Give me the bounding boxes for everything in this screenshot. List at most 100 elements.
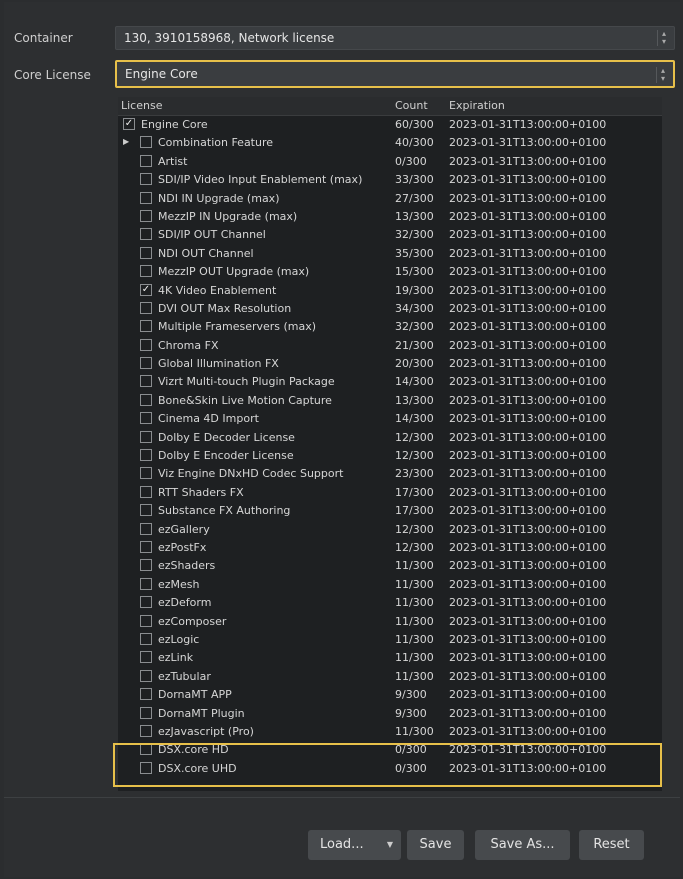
table-row[interactable]: ezGallery 12/300 2023-01-31T13:00:00+0100 [118, 521, 662, 539]
table-row[interactable]: SDI/IP OUT Channel 32/300 2023-01-31T13:00… [118, 226, 662, 244]
row-checkbox[interactable] [140, 357, 152, 370]
license-name: ezLink [158, 651, 194, 665]
row-checkbox[interactable] [140, 743, 152, 756]
row-checkbox[interactable] [140, 449, 152, 462]
table-row[interactable]: ezMesh 11/300 2023-01-31T13:00:00+0100 [118, 576, 662, 594]
row-checkbox[interactable] [140, 467, 152, 480]
table-row[interactable]: ezShaders 11/300 2023-01-31T13:00:00+0100 [118, 557, 662, 575]
table-row[interactable]: ✓ 4K Video Enablement 19/300 2023-01-31T13:… [118, 282, 662, 300]
table-row[interactable]: MezzIP OUT Upgrade (max) 15/300 2023-01-31… [118, 263, 662, 281]
table-row[interactable]: ezLogic 11/300 2023-01-31T13:00:00+0100 [118, 631, 662, 649]
row-checkbox[interactable] [140, 706, 152, 719]
table-row[interactable]: ✓ Engine Core 60/300 2023-01-31T13:00:00+01… [118, 116, 662, 134]
table-row[interactable]: Multiple Frameservers (max) 32/300 2023-01… [118, 318, 662, 336]
license-name: RTT Shaders FX [158, 485, 244, 499]
row-checkbox[interactable] [140, 559, 152, 572]
row-checkbox[interactable] [140, 485, 152, 498]
table-row[interactable]: SDI/IP Video Input Enablement (max) 33/30… [118, 171, 662, 189]
load-button[interactable]: Load... ▼ [308, 830, 401, 860]
row-checkbox[interactable] [140, 430, 152, 443]
table-row[interactable]: ezJavascript (Pro) 11/300 2023-01-31T13:00… [118, 723, 662, 741]
row-checkbox[interactable] [140, 209, 152, 222]
row-checkbox[interactable] [140, 228, 152, 241]
row-checkbox[interactable] [140, 577, 152, 590]
row-checkbox[interactable] [140, 632, 152, 645]
row-checkbox[interactable] [140, 522, 152, 535]
license-expiration: 2023-01-31T13:00:00+0100 [449, 118, 607, 131]
row-checkbox[interactable] [140, 375, 152, 388]
row-checkbox[interactable] [140, 688, 152, 701]
row-checkbox[interactable] [140, 724, 152, 737]
row-checkbox[interactable] [140, 154, 152, 167]
row-checkbox[interactable] [140, 504, 152, 517]
row-checkbox[interactable] [140, 265, 152, 278]
row-checkbox[interactable] [140, 412, 152, 425]
row-checkbox[interactable] [140, 191, 152, 204]
table-row[interactable]: Dolby E Encoder License 12/300 2023-01-31T… [118, 447, 662, 465]
license-name: ezComposer [158, 614, 227, 628]
table-row[interactable]: ezTubular 11/300 2023-01-31T13:00:00+0100 [118, 668, 662, 686]
reset-button[interactable]: Reset [579, 830, 644, 860]
table-row[interactable]: RTT Shaders FX 17/300 2023-01-31T13:00:00+… [118, 484, 662, 502]
license-name: ezLogic [158, 632, 200, 646]
table-row[interactable]: DornaMT Plugin 9/300 2023-01-31T13:00:00+0… [118, 705, 662, 723]
table-row[interactable]: DVI OUT Max Resolution 34/300 2023-01-31T1… [118, 300, 662, 318]
spinner-arrows-icon: ▴ ▾ [657, 30, 670, 46]
table-row[interactable]: MezzIP IN Upgrade (max) 13/300 2023-01-31T… [118, 208, 662, 226]
table-row[interactable]: ezComposer 11/300 2023-01-31T13:00:00+0100 [118, 613, 662, 631]
row-checkbox[interactable] [140, 651, 152, 664]
row-checkbox[interactable] [140, 614, 152, 627]
table-row[interactable]: Artist 0/300 2023-01-31T13:00:00+0100 [118, 153, 662, 171]
license-count: 17/300 [395, 504, 434, 518]
table-row[interactable]: Substance FX Authoring 17/300 2023-01-31T1… [118, 502, 662, 520]
row-checkbox[interactable] [140, 320, 152, 333]
column-header-license[interactable]: License [121, 99, 162, 112]
row-checkbox[interactable] [140, 393, 152, 406]
table-row[interactable]: Chroma FX 21/300 2023-01-31T13:00:00+0100 [118, 337, 662, 355]
table-row[interactable]: Cinema 4D Import 14/300 2023-01-31T13:00:0… [118, 410, 662, 428]
license-count: 11/300 [395, 669, 434, 683]
row-checkbox[interactable]: ✓ [123, 118, 135, 130]
license-name: Bone&Skin Live Motion Capture [158, 393, 332, 407]
row-checkbox[interactable] [140, 338, 152, 351]
table-row[interactable]: ▶ Combination Feature 40/300 2023-01-31T13:… [118, 134, 662, 152]
row-checkbox[interactable]: ✓ [140, 283, 152, 296]
table-row[interactable]: NDI OUT Channel 35/300 2023-01-31T13:00:00… [118, 245, 662, 263]
dropdown-arrow-icon[interactable]: ▼ [387, 830, 393, 860]
table-row[interactable]: DSX.core UHD 0/300 2023-01-31T13:00:00+010… [118, 760, 662, 778]
column-header-expiration[interactable]: Expiration [449, 99, 505, 112]
row-checkbox[interactable] [140, 761, 152, 774]
save-as-button[interactable]: Save As... [475, 830, 570, 860]
row-checkbox[interactable] [140, 540, 152, 553]
column-header-count[interactable]: Count [395, 99, 428, 112]
table-row[interactable]: ezLink 11/300 2023-01-31T13:00:00+0100 [118, 649, 662, 667]
expand-arrow-icon[interactable]: ▶ [123, 137, 129, 146]
table-row[interactable]: DSX.core HD 0/300 2023-01-31T13:00:00+0100 [118, 741, 662, 759]
table-row[interactable]: DornaMT APP 9/300 2023-01-31T13:00:00+0100 [118, 686, 662, 704]
row-checkbox[interactable] [140, 669, 152, 682]
license-name: Substance FX Authoring [158, 504, 291, 518]
license-expiration: 2023-01-31T13:00:00+0100 [449, 724, 607, 738]
table-row[interactable]: Vizrt Multi-touch Plugin Package 14/300 20… [118, 373, 662, 391]
table-row[interactable]: ezDeform 11/300 2023-01-31T13:00:00+0100 [118, 594, 662, 612]
row-checkbox[interactable] [140, 596, 152, 609]
table-row[interactable]: Bone&Skin Live Motion Capture 13/300 2023-… [118, 392, 662, 410]
table-row[interactable]: NDI IN Upgrade (max) 27/300 2023-01-31T13:… [118, 190, 662, 208]
row-checkbox[interactable] [140, 136, 152, 149]
row-checkbox[interactable] [140, 246, 152, 259]
table-row[interactable]: Viz Engine DNxHD Codec Support 23/300 2023… [118, 465, 662, 483]
license-name: SDI/IP Video Input Enablement (max) [158, 173, 363, 187]
license-expiration: 2023-01-31T13:00:00+0100 [449, 559, 607, 573]
save-button[interactable]: Save [407, 830, 464, 860]
row-checkbox[interactable] [140, 301, 152, 314]
license-name: Dolby E Encoder License [158, 449, 294, 463]
license-expiration: 2023-01-31T13:00:00+0100 [449, 688, 607, 702]
save-as-button-label: Save As... [490, 837, 555, 852]
table-row[interactable]: Global Illumination FX 20/300 2023-01-31T1… [118, 355, 662, 373]
row-checkbox[interactable] [140, 173, 152, 186]
license-expiration: 2023-01-31T13:00:00+0100 [449, 449, 607, 463]
table-row[interactable]: ezPostFx 12/300 2023-01-31T13:00:00+0100 [118, 539, 662, 557]
table-row[interactable]: Dolby E Decoder License 12/300 2023-01-31T… [118, 429, 662, 447]
container-select[interactable]: 130, 3910158968, Network license ▴ ▾ [115, 26, 675, 50]
core-license-select[interactable]: Engine Core ▴ ▾ [115, 60, 675, 88]
